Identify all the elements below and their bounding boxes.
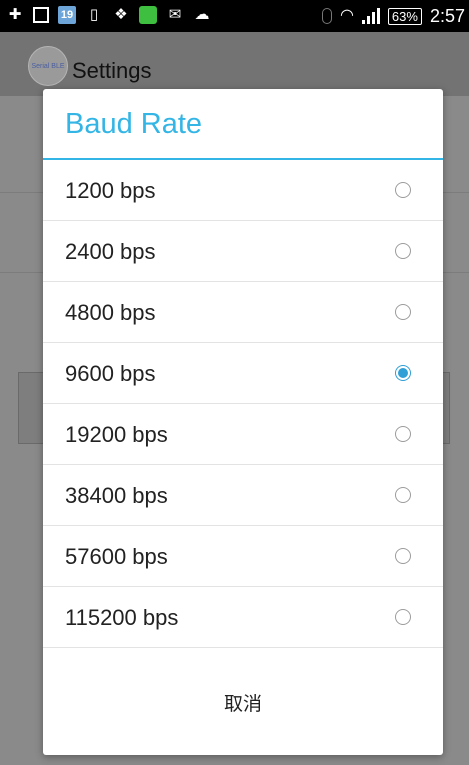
add-icon: ✚ <box>8 6 22 23</box>
option-label: 9600 bps <box>65 361 156 386</box>
option-2400[interactable]: 2400 bps <box>43 221 443 282</box>
baud-rate-dialog: Baud Rate 1200 bps 2400 bps 4800 bps 960… <box>43 89 443 755</box>
option-9600[interactable]: 9600 bps <box>43 343 443 404</box>
option-label: 115200 bps <box>65 605 179 630</box>
radio-button[interactable] <box>395 548 411 564</box>
action-bar: Serial BLE Settings <box>0 32 469 96</box>
dropbox-icon: ❖ <box>114 6 128 23</box>
system-icons: ◠ 63% 2:57 <box>321 6 465 26</box>
option-1200[interactable]: 1200 bps <box>43 160 443 221</box>
battery-indicator: 63% <box>387 7 422 25</box>
status-bar: ✚ 19 ▯ ❖ ✉ ☁ ◠ 63% 2:57 <box>0 0 469 32</box>
wifi-icon: ◠ <box>339 7 354 24</box>
option-115200[interactable]: 115200 bps <box>43 587 443 648</box>
option-label: 19200 bps <box>65 422 168 447</box>
app-title: Settings <box>72 58 152 83</box>
signal-icon <box>361 8 380 24</box>
line-icon <box>139 6 157 24</box>
radio-button[interactable] <box>395 182 411 198</box>
option-label: 1200 bps <box>65 178 156 203</box>
radio-button-checked[interactable] <box>395 365 411 381</box>
cancel-button[interactable]: 取消 <box>43 668 443 755</box>
bluetooth-icon <box>321 8 332 24</box>
mail-icon: ✉ <box>168 6 182 23</box>
notification-icons: ✚ 19 ▯ ❖ ✉ ☁ <box>6 6 211 24</box>
gallery-icon <box>33 7 49 23</box>
radio-button[interactable] <box>395 304 411 320</box>
option-label: 2400 bps <box>65 239 156 264</box>
option-label: 38400 bps <box>65 483 168 508</box>
option-label: 4800 bps <box>65 300 156 325</box>
option-label: 57600 bps <box>65 544 168 569</box>
wechat-icon: ☁ <box>194 6 210 23</box>
radio-button[interactable] <box>395 609 411 625</box>
radio-button[interactable] <box>395 487 411 503</box>
clock: 2:57 <box>429 6 465 26</box>
radio-button[interactable] <box>395 426 411 442</box>
option-4800[interactable]: 4800 bps <box>43 282 443 343</box>
document-icon: ▯ <box>89 6 99 23</box>
app-logo: Serial BLE <box>28 46 68 86</box>
option-19200[interactable]: 19200 bps <box>43 404 443 465</box>
radio-button[interactable] <box>395 243 411 259</box>
option-38400[interactable]: 38400 bps <box>43 465 443 526</box>
calendar-icon: 19 <box>58 6 76 24</box>
dialog-title: Baud Rate <box>65 108 203 140</box>
option-57600[interactable]: 57600 bps <box>43 526 443 587</box>
baud-rate-options: 1200 bps 2400 bps 4800 bps 9600 bps 1920… <box>43 160 443 648</box>
